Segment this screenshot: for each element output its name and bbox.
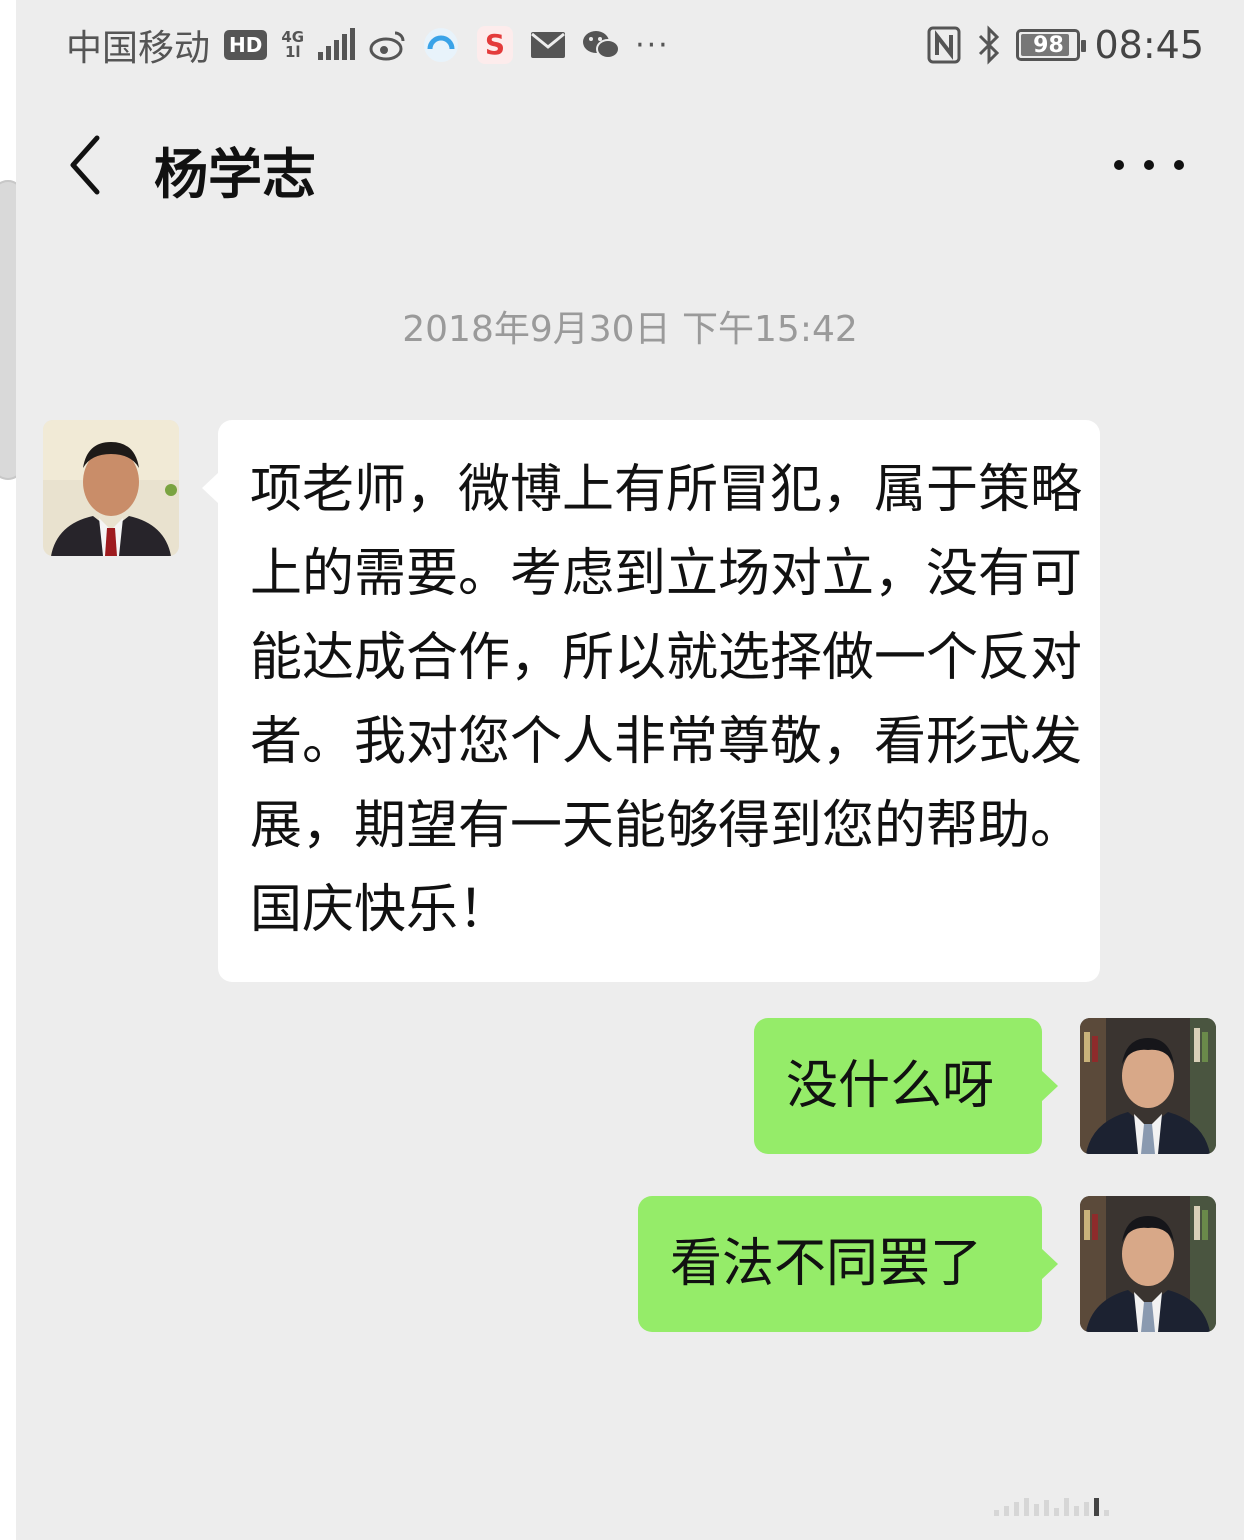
- carrier-name: 中国移动: [66, 28, 211, 69]
- device-frame-right: [1244, 0, 1260, 1540]
- network-activity-label: 1l: [284, 43, 301, 61]
- status-bar-right: 98 08:45: [926, 23, 1204, 67]
- watermark-graphic: [994, 1498, 1134, 1516]
- outgoing-message-bubble[interactable]: 没什么呀: [754, 1018, 1058, 1154]
- mail-icon: [529, 30, 567, 60]
- hd-voice-badge: HD: [224, 30, 268, 60]
- chat-title: 杨学志: [154, 143, 316, 206]
- battery-icon: 98: [1016, 29, 1087, 61]
- more-notifications-icon: ···: [635, 27, 670, 63]
- back-button[interactable]: [60, 132, 110, 198]
- sina-news-icon: S: [475, 24, 515, 66]
- contact-avatar[interactable]: [43, 420, 179, 556]
- outgoing-message-bubble[interactable]: 看法不同罢了: [638, 1196, 1058, 1332]
- more-dot-icon: [1114, 160, 1124, 170]
- wechat-icon: [581, 28, 621, 62]
- chat-screen: 中国移动 HD 4G 1l S ··· 98 08:45 杨学志 2018年9月…: [16, 0, 1244, 1540]
- my-avatar[interactable]: [1080, 1018, 1216, 1154]
- more-dot-icon: [1174, 160, 1184, 170]
- status-bar-left: 中国移动 HD 4G 1l S ···: [66, 19, 670, 71]
- outgoing-message-text: 没什么呀: [786, 1056, 995, 1116]
- more-options-button[interactable]: [1114, 148, 1184, 182]
- svg-text:S: S: [485, 28, 505, 61]
- network-type: 4G 1l: [281, 30, 304, 60]
- incoming-message-text: 项老师，微博上有所冒犯，属于策略上的需要。考虑到立场对立，没有可能达成合作，所以…: [250, 460, 1083, 940]
- incoming-message-bubble[interactable]: 项老师，微博上有所冒犯，属于策略上的需要。考虑到立场对立，没有可能达成合作，所以…: [202, 420, 1100, 982]
- chat-timestamp: 2018年9月30日 下午15:42: [402, 309, 858, 350]
- my-avatar[interactable]: [1080, 1196, 1216, 1332]
- title-bar: 杨学志: [16, 100, 1244, 230]
- more-dot-icon: [1144, 160, 1154, 170]
- status-time: 08:45: [1094, 23, 1204, 67]
- qq-browser-icon: [421, 25, 461, 65]
- signal-strength-icon: [318, 28, 356, 60]
- bluetooth-icon: [976, 25, 1002, 65]
- status-bar: 中国移动 HD 4G 1l S ··· 98 08:45: [16, 0, 1244, 90]
- chevron-left-icon: [70, 135, 100, 195]
- weibo-icon: [369, 29, 407, 61]
- nfc-icon: [926, 25, 962, 65]
- outgoing-message-text: 看法不同罢了: [670, 1234, 983, 1294]
- battery-level: 98: [1033, 32, 1064, 58]
